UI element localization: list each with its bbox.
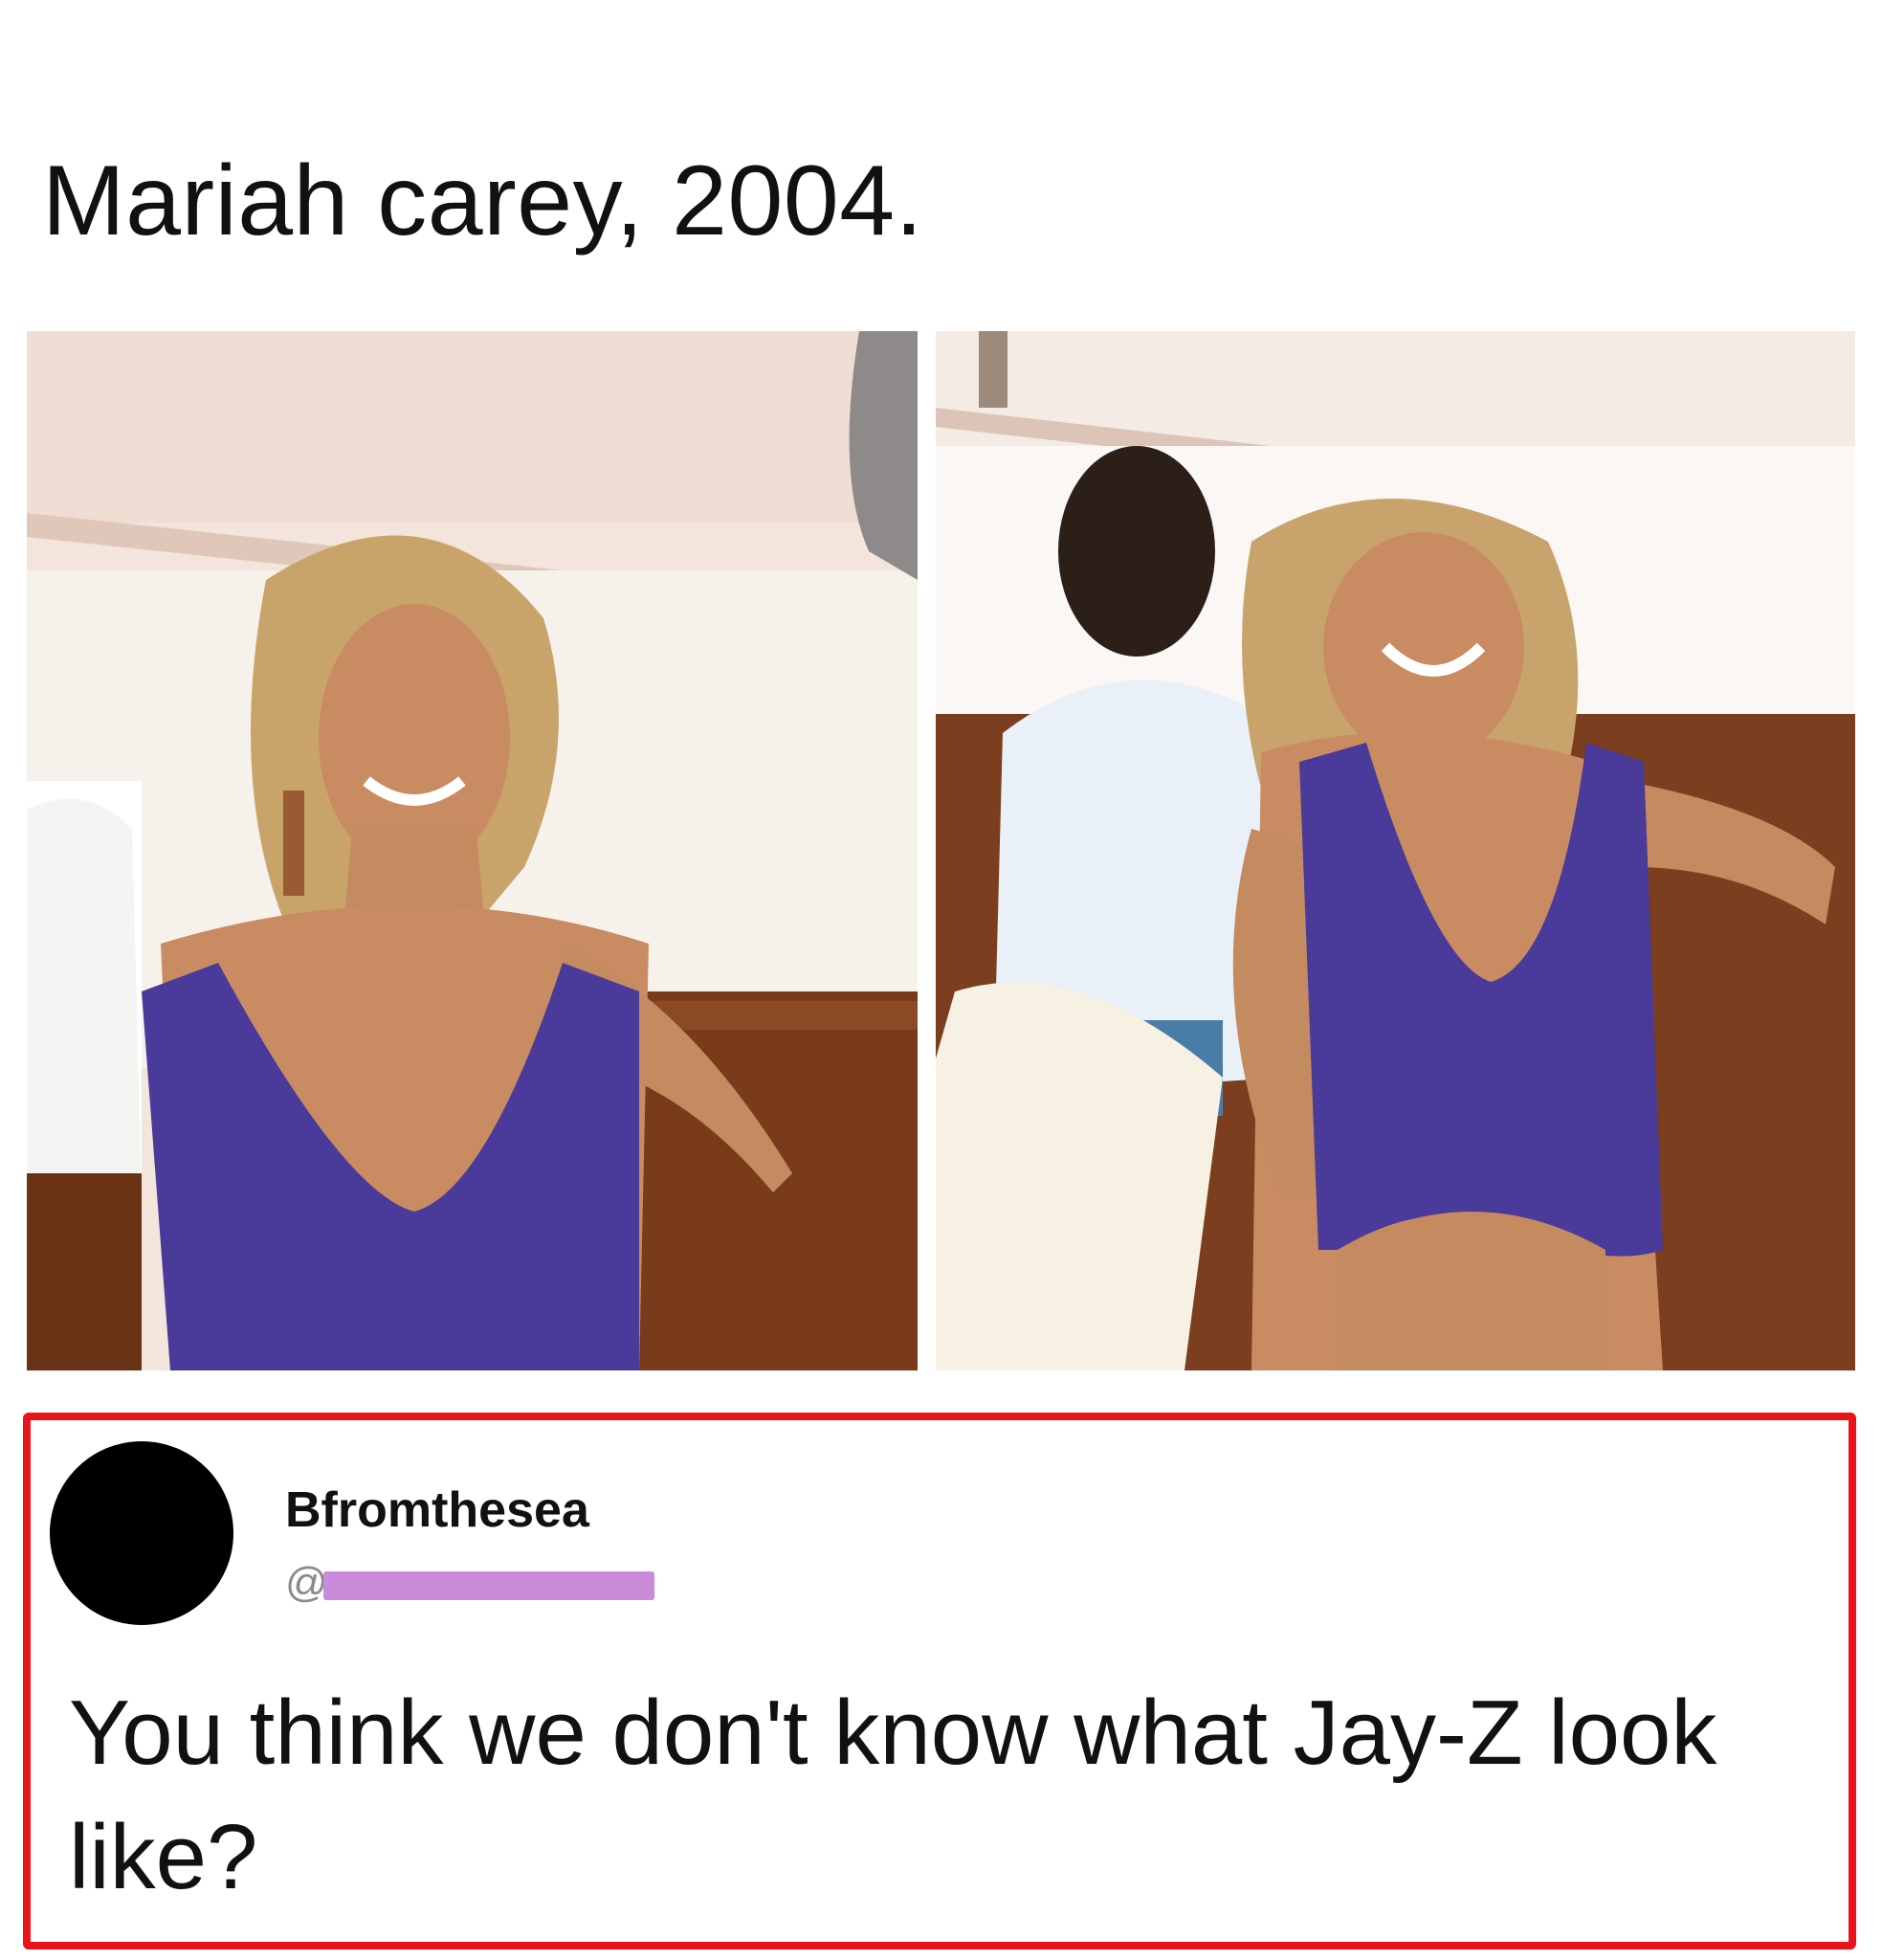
highlighted-tweet: Bfromthesea @ You think we don't know wh… [23, 1413, 1856, 1949]
photo-left-image [27, 331, 918, 1370]
handle-redaction [323, 1571, 654, 1600]
handle-prefix: @ [285, 1559, 328, 1606]
handle[interactable]: @ [285, 1562, 687, 1612]
avatar[interactable] [50, 1441, 233, 1625]
photo-right [936, 331, 1855, 1370]
photo-left [27, 331, 918, 1370]
photo-right-image [936, 331, 1855, 1370]
tweet-text: You think we don't know what Jay-Z look … [69, 1682, 1717, 1908]
post-caption: Mariah carey, 2004. [42, 145, 923, 256]
display-name[interactable]: Bfromthesea [285, 1485, 589, 1535]
